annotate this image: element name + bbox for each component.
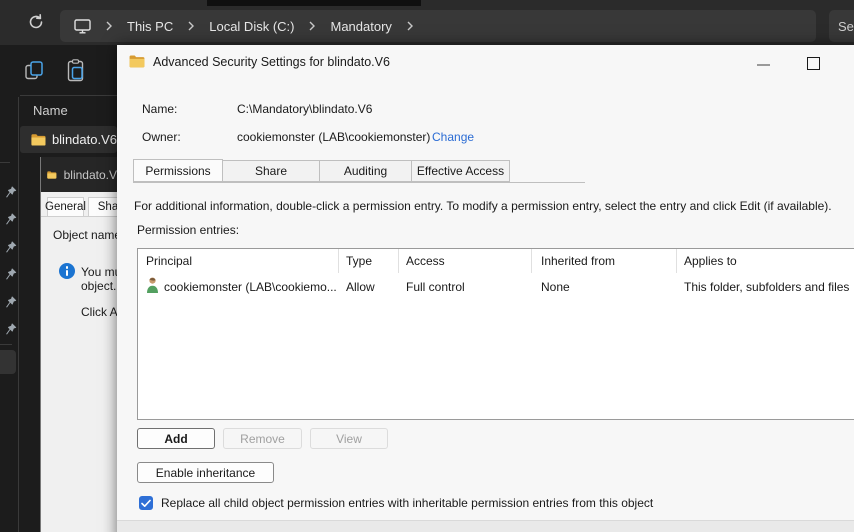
dialog-titlebar[interactable]: Advanced Security Settings for blindato.… [117,45,854,78]
name-value: C:\Mandatory\blindato.V6 [237,102,373,116]
tab-share-label: Share [254,164,288,178]
tab-sharing-label: Sha [97,201,119,213]
col-applies-to[interactable]: Applies to [684,254,737,268]
properties-dialog: blindato.V General Sha Object name You m… [40,157,128,532]
col-access[interactable]: Access [406,254,445,268]
toolbar-divider [20,95,117,96]
remove-button[interactable]: Remove [223,428,302,449]
column-header-name[interactable]: Name [33,103,68,118]
chevron-right-icon [105,21,113,31]
cell-type[interactable]: Allow [346,280,375,294]
chevron-right-icon [308,21,316,31]
tab-general[interactable]: General [45,197,86,216]
minimize-icon [757,64,770,66]
check-icon [141,499,151,507]
view-button[interactable]: View [310,428,388,449]
tab-general-label: General [45,201,86,213]
change-owner-link[interactable]: Change [432,130,474,144]
dialog-footer [117,520,854,532]
screen: This PC Local Disk (C:) Mandatory Sea Na… [0,0,854,532]
advanced-security-dialog: Advanced Security Settings for blindato.… [117,45,854,532]
file-row-blindato[interactable]: blindato.V6 [20,126,117,153]
cell-inherited-from[interactable]: None [541,280,570,294]
permissions-description: For additional information, double-click… [134,199,832,213]
refresh-icon[interactable] [27,13,45,31]
owner-label: Owner: [142,130,181,144]
copy-icon[interactable] [25,61,44,81]
folder-icon [129,55,145,68]
chevron-right-icon [406,21,414,31]
col-type[interactable]: Type [346,254,372,268]
search-box[interactable]: Sea [829,10,854,42]
cell-access[interactable]: Full control [406,280,465,294]
add-button[interactable]: Add [137,428,215,449]
column-separator [338,249,339,273]
replace-permissions-checkbox[interactable] [139,496,153,510]
pin-icon[interactable] [4,323,17,336]
replace-permissions-label[interactable]: Replace all child object permission entr… [161,496,653,510]
props-info-text: object. [81,279,117,293]
user-icon [147,277,158,293]
pin-icon[interactable] [4,241,17,254]
address-bar[interactable]: This PC Local Disk (C:) Mandatory [60,10,816,42]
dialog-title: Advanced Security Settings for blindato.… [153,54,390,69]
tab-permissions-label: Permissions [145,163,211,178]
folder-icon [31,133,46,146]
name-label: Name: [142,102,178,116]
breadcrumb-this-pc[interactable]: This PC [127,19,173,34]
permission-entries-label: Permission entries: [137,223,240,237]
properties-dialog-title: blindato.V [63,167,117,182]
file-row-label: blindato.V6 [51,132,117,147]
properties-dialog-titlebar[interactable]: blindato.V [41,157,117,192]
pin-icon[interactable] [4,268,17,281]
nav-pane-divider [18,97,19,532]
rail-divider-bottom [0,344,12,345]
paste-icon[interactable] [67,59,85,82]
breadcrumb-local-disk[interactable]: Local Disk (C:) [209,19,294,34]
tab-effective-access[interactable]: Effective Access [412,160,510,182]
column-separator [531,249,532,273]
tab-permissions[interactable]: Permissions [133,159,223,182]
search-box-text: Sea [838,18,854,34]
tab-strip-line [41,216,117,217]
column-separator [398,249,399,273]
enable-inheritance-button[interactable]: Enable inheritance [137,462,274,483]
tab-share[interactable]: Share [223,160,320,182]
this-pc-icon [74,18,91,34]
tab-auditing-label: Auditing [343,164,388,178]
cell-applies-to[interactable]: This folder, subfolders and files [684,280,849,294]
tab-strip-line [133,182,585,183]
chevron-right-icon [187,21,195,31]
info-icon [59,263,75,279]
permission-entries-table[interactable]: Principal Type Access Inherited from App… [137,248,854,420]
tab-effective-access-label: Effective Access [416,164,505,178]
cell-principal[interactable]: cookiemonster (LAB\cookiemo... [164,280,337,294]
col-inherited-from[interactable]: Inherited from [541,254,615,268]
pin-icon[interactable] [4,186,17,199]
owner-value: cookiemonster (LAB\cookiemonster) [237,130,431,144]
object-name-label: Object name [53,228,122,242]
column-separator [676,249,677,273]
col-principal[interactable]: Principal [146,254,192,268]
dialog-tabs: Permissions Share Auditing Effective Acc… [133,159,510,182]
folder-icon [47,170,57,179]
pin-icon[interactable] [4,213,17,226]
rail-divider-top [0,162,10,163]
tab-strip-shadow [207,0,421,6]
pin-icon[interactable] [4,296,17,309]
maximize-button[interactable] [807,57,820,70]
nav-item-partial[interactable] [0,350,16,374]
breadcrumb-mandatory[interactable]: Mandatory [330,19,391,34]
tab-auditing[interactable]: Auditing [320,160,412,182]
